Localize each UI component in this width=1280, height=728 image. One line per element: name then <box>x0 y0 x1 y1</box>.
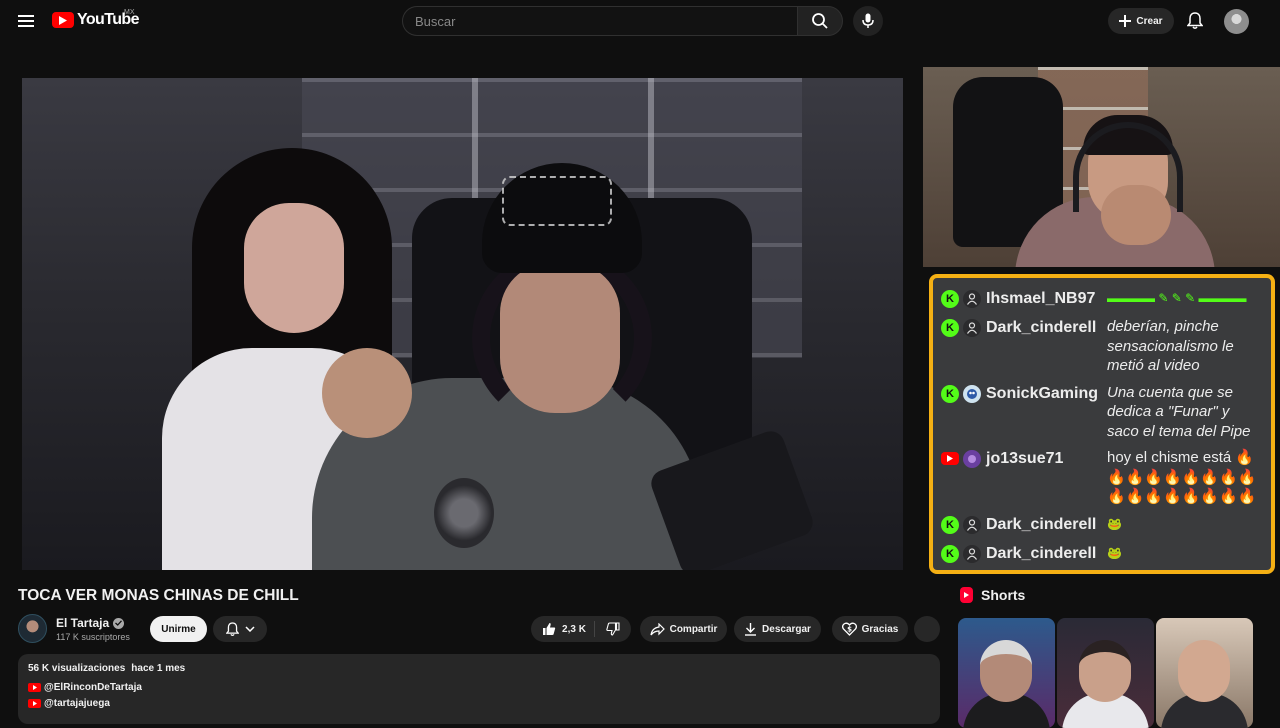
super-thanks-icon: $ <box>841 622 857 636</box>
account-avatar[interactable] <box>1224 9 1249 34</box>
chat-username: jo13sue71 <box>986 450 1064 467</box>
description-link-row[interactable]: @ElRinconDeTartaja <box>28 682 930 693</box>
thanks-label: Gracias <box>861 623 899 635</box>
chat-username: Dark_cinderell <box>986 515 1097 533</box>
streamer-facecam <box>923 67 1280 267</box>
chat-text: hoy el chisme está 🔥🔥🔥🔥🔥🔥🔥🔥🔥🔥🔥🔥🔥🔥🔥🔥🔥 <box>1107 449 1257 505</box>
verified-icon <box>113 617 125 629</box>
search-input[interactable] <box>402 6 797 36</box>
like-dislike-group: 2,3 K <box>531 616 631 642</box>
channel-name-row[interactable]: El Tartaja <box>56 616 125 630</box>
chat-message: K Dark_cinderell deberían, pinche sensac… <box>941 317 1263 376</box>
upload-date: hace 1 mes <box>131 663 186 674</box>
channel-link[interactable]: @ElRinconDeTartaja <box>44 682 142 693</box>
download-icon <box>745 623 757 636</box>
shorts-title: Shorts <box>981 587 1026 603</box>
microphone-icon <box>862 13 874 28</box>
chat-message: K SonickGaming Una cuenta que se dedica … <box>941 383 1263 442</box>
kick-badge-icon: K <box>941 384 959 403</box>
chevron-down-icon <box>244 626 255 632</box>
chat-text: deberían, pinche sensacionalismo le meti… <box>1107 318 1234 374</box>
description-box[interactable]: 56 K visualizaciones hace 1 mes @ElRinco… <box>18 654 940 724</box>
thumbs-down-icon <box>606 622 620 636</box>
bell-icon <box>225 621 239 636</box>
shorts-icon <box>960 587 973 603</box>
plus-icon <box>1119 15 1132 27</box>
user-avatar-icon <box>963 319 981 337</box>
short-thumbnail[interactable] <box>958 618 1055 728</box>
search-icon <box>812 13 828 29</box>
video-player[interactable] <box>22 78 903 570</box>
youtube-small-icon <box>28 683 41 692</box>
channel-link[interactable]: @tartajajuega <box>44 698 110 709</box>
user-avatar-icon <box>963 290 981 308</box>
masthead: YouTube MX Crear <box>0 0 1280 42</box>
chat-message: K Dark_cinderell 🐸 <box>941 514 1263 536</box>
bell-icon <box>1187 12 1203 29</box>
shorts-header: Shorts <box>960 587 1025 603</box>
chat-text: Una cuenta que se dedica a "Funar" y sac… <box>1107 383 1251 440</box>
kick-badge-icon: K <box>941 544 959 563</box>
more-actions-button[interactable] <box>914 616 940 642</box>
sonic-avatar-icon <box>963 384 981 403</box>
view-count: 56 K visualizaciones <box>28 663 126 674</box>
user-avatar-icon <box>963 544 981 563</box>
join-button[interactable]: Unirme <box>150 616 207 642</box>
short-thumbnail[interactable] <box>1057 618 1154 728</box>
chat-text: ▬▬▬▬ ✎ ✎ ✎ ▬▬▬▬ <box>1107 288 1263 309</box>
subscription-notifications-button[interactable] <box>213 616 267 642</box>
chat-text: 🐸 <box>1107 514 1263 535</box>
user-avatar-icon <box>963 450 981 468</box>
chat-overlay: K Ihsmael_NB97 ▬▬▬▬ ✎ ✎ ✎ ▬▬▬▬ K Dark_ci… <box>929 274 1275 574</box>
short-thumbnail[interactable] <box>1156 618 1253 728</box>
region-label: MX <box>124 9 135 16</box>
chat-username: Dark_cinderell <box>986 319 1097 336</box>
channel-name[interactable]: El Tartaja <box>56 616 109 630</box>
description-link-row[interactable]: @tartajajuega <box>28 698 930 709</box>
create-label: Crear <box>1136 15 1163 27</box>
menu-icon[interactable] <box>11 6 41 36</box>
like-count: 2,3 K <box>562 623 586 635</box>
chat-emote: 🐸 <box>1107 545 1122 560</box>
youtube-small-icon <box>28 699 41 708</box>
subscriber-count: 117 K suscriptores <box>56 632 130 642</box>
download-button[interactable]: Descargar <box>734 616 821 642</box>
chat-message: jo13sue71 hoy el chisme está 🔥🔥🔥🔥🔥🔥🔥🔥🔥🔥🔥… <box>941 448 1263 507</box>
search-box <box>402 6 843 36</box>
kick-badge-icon: K <box>941 290 959 308</box>
download-label: Descargar <box>762 623 811 635</box>
chat-emote: 🐸 <box>1107 516 1122 531</box>
chat-username: Dark_cinderell <box>986 544 1097 562</box>
voice-search-button[interactable] <box>853 6 883 36</box>
video-title: TOCA VER MONAS CHINAS DE CHILL <box>18 587 299 604</box>
share-icon <box>649 622 665 635</box>
search-button[interactable] <box>797 6 843 36</box>
youtube-badge-icon <box>941 452 959 465</box>
share-label: Compartir <box>669 623 718 635</box>
play-logo-icon <box>52 12 74 28</box>
dislike-button[interactable] <box>600 622 620 636</box>
chat-username: Ihsmael_NB97 <box>986 290 1096 307</box>
channel-avatar[interactable] <box>18 614 47 643</box>
chat-emote: ▬▬▬▬ ✎ ✎ ✎ ▬▬▬▬ <box>1107 291 1247 305</box>
chat-message: K Dark_cinderell 🐸 <box>941 543 1263 565</box>
kick-badge-icon: K <box>941 319 959 337</box>
thanks-button[interactable]: $ Gracias <box>832 616 908 642</box>
chat-text: 🐸 <box>1107 543 1263 564</box>
chat-username: SonickGaming <box>986 384 1099 402</box>
notifications-button[interactable] <box>1180 6 1210 36</box>
svg-text:$: $ <box>847 626 852 634</box>
description-meta: 56 K visualizaciones hace 1 mes <box>28 663 930 674</box>
thumbs-up-icon <box>543 623 556 635</box>
chat-message: K Ihsmael_NB97 ▬▬▬▬ ✎ ✎ ✎ ▬▬▬▬ <box>941 288 1263 310</box>
like-button[interactable]: 2,3 K <box>542 621 595 637</box>
share-button[interactable]: Compartir <box>640 616 727 642</box>
kick-badge-icon: K <box>941 515 959 534</box>
user-avatar-icon <box>963 515 981 534</box>
create-button[interactable]: Crear <box>1108 8 1174 34</box>
